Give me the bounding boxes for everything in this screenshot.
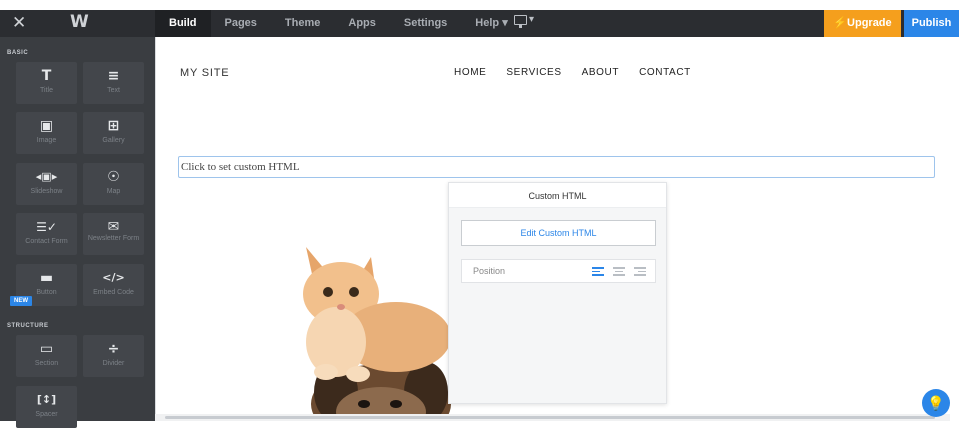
tile-contact-form[interactable]: ☰✓ Contact Form bbox=[16, 213, 77, 255]
upgrade-button[interactable]: ⚡Upgrade bbox=[824, 10, 901, 37]
tab-build[interactable]: Build bbox=[155, 10, 211, 37]
kitten-puppy-image[interactable] bbox=[276, 232, 451, 417]
tab-pages[interactable]: Pages bbox=[211, 10, 271, 37]
section-label-basic: BASIC bbox=[7, 50, 29, 56]
cropped-caption bbox=[0, 0, 959, 10]
image-icon: ▣ bbox=[39, 118, 54, 134]
site-canvas[interactable]: MY SITE HOME SERVICES ABOUT CONTACT Clic… bbox=[155, 37, 959, 421]
tile-text[interactable]: ≡ Text bbox=[83, 62, 144, 104]
tab-apps[interactable]: Apps bbox=[334, 10, 390, 37]
tile-section[interactable]: ▭ Section bbox=[16, 335, 77, 377]
panel-title: Custom HTML bbox=[449, 183, 666, 208]
text-icon: ≡ bbox=[107, 68, 120, 84]
tile-slideshow[interactable]: ◂▣▸ Slideshow bbox=[16, 163, 77, 205]
tile-map[interactable]: ☉ Map bbox=[83, 163, 144, 205]
tab-help[interactable]: Help ▾ bbox=[461, 10, 521, 37]
position-label: Position bbox=[473, 266, 506, 276]
align-left-icon[interactable] bbox=[592, 267, 604, 277]
site-nav: HOME SERVICES ABOUT CONTACT bbox=[454, 67, 691, 78]
section-icon: ▭ bbox=[39, 341, 54, 357]
tile-gallery[interactable]: ⊞ Gallery bbox=[83, 112, 144, 154]
position-row: Position bbox=[461, 259, 656, 283]
align-center-icon[interactable] bbox=[613, 267, 625, 277]
gallery-icon: ⊞ bbox=[107, 118, 120, 134]
custom-html-panel: Custom HTML Edit Custom HTML Position bbox=[448, 182, 667, 404]
edit-custom-html-button[interactable]: Edit Custom HTML bbox=[461, 220, 656, 246]
close-icon[interactable]: ✕ bbox=[12, 13, 26, 33]
divider-icon: ÷ bbox=[107, 341, 120, 357]
code-icon: </> bbox=[102, 271, 125, 284]
title-icon: T bbox=[41, 68, 52, 84]
align-right-icon[interactable] bbox=[634, 267, 646, 277]
site-nav-contact[interactable]: CONTACT bbox=[639, 67, 691, 78]
tile-divider[interactable]: ÷ Divider bbox=[83, 335, 144, 377]
site-nav-home[interactable]: HOME bbox=[454, 67, 486, 78]
site-nav-about[interactable]: ABOUT bbox=[582, 67, 619, 78]
spacer-icon: [↕] bbox=[36, 393, 57, 406]
section-label-structure: STRUCTURE bbox=[7, 323, 49, 329]
weebly-logo-icon[interactable]: W bbox=[70, 12, 89, 32]
tile-spacer[interactable]: [↕] Spacer bbox=[16, 386, 77, 428]
button-icon: ▬ bbox=[39, 270, 54, 286]
site-title[interactable]: MY SITE bbox=[180, 67, 229, 79]
envelope-icon: ✉ bbox=[107, 219, 120, 235]
tab-settings[interactable]: Settings bbox=[390, 10, 461, 37]
new-badge: NEW bbox=[10, 296, 32, 306]
tile-image[interactable]: ▣ Image bbox=[16, 112, 77, 154]
top-bar: ✕ W Build Pages Theme Apps Settings Help… bbox=[0, 10, 959, 37]
chevron-down-icon: ▾ bbox=[529, 14, 535, 25]
help-lightbulb-icon[interactable]: 💡 bbox=[922, 389, 950, 417]
site-nav-services[interactable]: SERVICES bbox=[506, 67, 561, 78]
tab-theme[interactable]: Theme bbox=[271, 10, 334, 37]
map-pin-icon: ☉ bbox=[107, 169, 120, 185]
contact-form-icon: ☰✓ bbox=[36, 220, 57, 234]
tile-embed-code[interactable]: </> Embed Code bbox=[83, 264, 144, 306]
monitor-icon bbox=[514, 15, 527, 25]
slideshow-icon: ◂▣▸ bbox=[35, 170, 58, 183]
custom-html-element[interactable]: Click to set custom HTML bbox=[178, 156, 935, 178]
tile-title[interactable]: T Title bbox=[16, 62, 77, 104]
horizontal-scrollbar[interactable] bbox=[155, 414, 950, 421]
tile-newsletter-form[interactable]: ✉ Newsletter Form bbox=[83, 213, 144, 255]
device-preview-dropdown[interactable]: ▾ bbox=[514, 14, 538, 32]
element-sidebar: BASIC T Title ≡ Text ▣ Image ⊞ Gallery ◂… bbox=[0, 37, 155, 428]
publish-button[interactable]: Publish bbox=[904, 10, 959, 37]
main-nav: Build Pages Theme Apps Settings Help ▾ bbox=[155, 10, 522, 37]
